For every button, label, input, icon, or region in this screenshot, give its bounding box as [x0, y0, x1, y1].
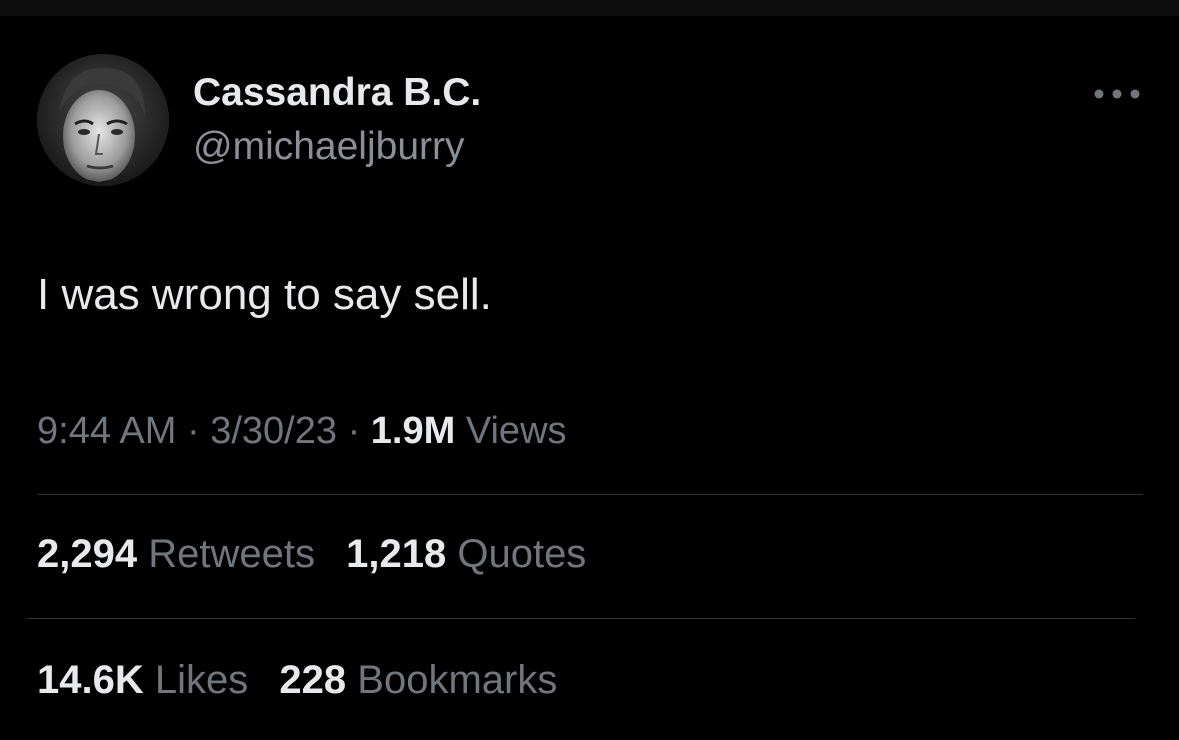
likes-label: Likes — [154, 658, 249, 702]
quotes-label: Quotes — [457, 532, 587, 576]
tweet-date[interactable]: 3/30/23 — [210, 410, 337, 452]
likes-count: 14.6K — [37, 658, 144, 702]
retweets-stat[interactable]: 2,294 Retweets — [37, 532, 315, 577]
retweets-label: Retweets — [148, 532, 315, 576]
stats-row-reposts: 2,294 Retweets 1,218 Quotes — [37, 532, 606, 577]
more-horizontal-icon — [1094, 89, 1140, 99]
top-status-strip — [0, 0, 1179, 16]
views-label: Views — [465, 410, 567, 452]
views-count: 1.9M — [370, 410, 456, 452]
retweets-count: 2,294 — [37, 532, 138, 576]
bookmarks-stat[interactable]: 228 Bookmarks — [279, 658, 557, 703]
quotes-stat[interactable]: 1,218 Quotes — [346, 532, 586, 577]
divider — [37, 494, 1143, 495]
meta-separator: · — [347, 410, 361, 452]
bookmarks-count: 228 — [279, 658, 347, 702]
tweet-time[interactable]: 9:44 AM — [37, 410, 176, 452]
likes-stat[interactable]: 14.6K Likes — [37, 658, 248, 703]
avatar-photo — [37, 54, 169, 186]
avatar[interactable] — [37, 54, 169, 186]
author-handle[interactable]: @michaeljburry — [193, 125, 465, 169]
stats-row-engagement: 14.6K Likes 228 Bookmarks — [37, 658, 577, 703]
divider — [27, 618, 1135, 619]
quotes-count: 1,218 — [346, 532, 447, 576]
author-display-name[interactable]: Cassandra B.C. — [193, 71, 481, 115]
tweet-text: I was wrong to say sell. — [37, 270, 492, 319]
meta-separator: · — [186, 410, 200, 452]
tweet-meta: 9:44 AM · 3/30/23 · 1.9M Views — [37, 410, 567, 453]
bookmarks-label: Bookmarks — [357, 658, 558, 702]
more-options-button[interactable] — [1090, 78, 1144, 110]
